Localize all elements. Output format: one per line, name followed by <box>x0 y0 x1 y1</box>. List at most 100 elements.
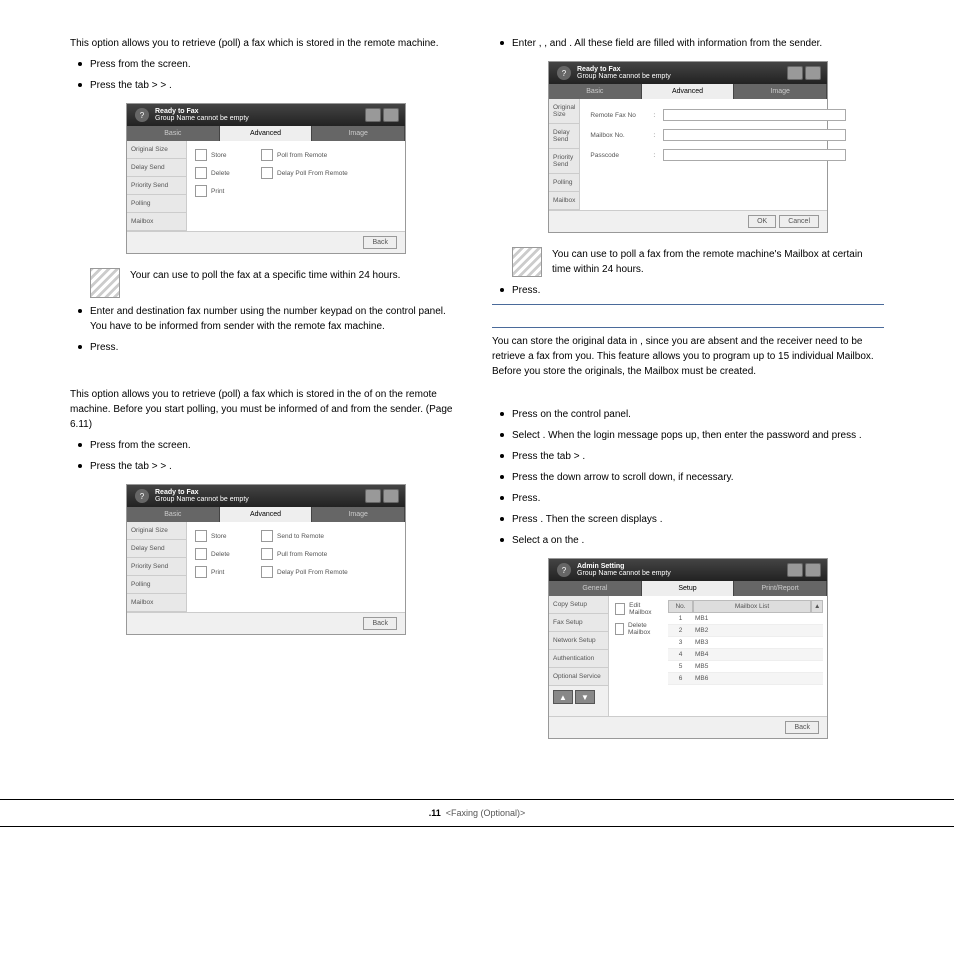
tab-general[interactable]: General <box>549 581 642 596</box>
screenshot-polling-remote: ? Ready to FaxGroup Name cannot be empty… <box>126 103 406 254</box>
help-icon: ? <box>135 489 149 503</box>
side-delay-send[interactable]: Delay Send <box>549 124 579 149</box>
step-press-advanced-2: Press the tab > > . <box>90 459 462 474</box>
screenshot-remote-form: ? Ready to FaxGroup Name cannot be empty… <box>548 61 828 233</box>
input-mailbox-no[interactable] <box>663 129 846 141</box>
tab-image[interactable]: Image <box>734 84 827 99</box>
step-press-ok-2: Press. <box>512 283 884 298</box>
chk-delete[interactable]: Delete <box>195 548 255 560</box>
chk-send-to-remote[interactable]: Send to Remote <box>261 530 397 542</box>
header-icon[interactable] <box>787 563 803 577</box>
table-row[interactable]: 6MB6 <box>668 673 823 685</box>
right-column: Enter , , and . All these field are fill… <box>492 30 884 749</box>
chk-store[interactable]: Store <box>195 149 255 161</box>
back-button[interactable]: Back <box>785 721 819 734</box>
ok-button[interactable]: OK <box>748 215 776 228</box>
table-row[interactable]: 5MB5 <box>668 661 823 673</box>
screenshot-mailbox-remote: ? Ready to FaxGroup Name cannot be empty… <box>126 484 406 635</box>
chk-print[interactable]: Print <box>195 566 255 578</box>
chk-edit-mailbox[interactable]: Edit Mailbox <box>615 602 658 616</box>
chk-store[interactable]: Store <box>195 530 255 542</box>
side-priority-send[interactable]: Priority Send <box>549 149 579 174</box>
header-icon[interactable] <box>383 489 399 503</box>
side-mailbox[interactable]: Mailbox <box>549 192 579 210</box>
step-press-fax: Press from the screen. <box>90 57 462 72</box>
step-press-mailbox-setup: Press. <box>512 491 884 506</box>
chk-delete[interactable]: Delete <box>195 167 255 179</box>
left-column: This option allows you to retrieve (poll… <box>70 30 462 749</box>
scroll-up-icon[interactable]: ▲ <box>811 600 823 613</box>
tab-basic[interactable]: Basic <box>127 507 220 522</box>
tab-basic[interactable]: Basic <box>549 84 642 99</box>
label-mailbox-no: Mailbox No. <box>590 132 645 139</box>
step-press-machine-setup: Press on the control panel. <box>512 407 884 422</box>
page-number: .11 <box>429 808 441 818</box>
side-delay-send[interactable]: Delay Send <box>127 159 186 177</box>
label-passcode: Passcode <box>590 152 645 159</box>
tab-advanced[interactable]: Advanced <box>220 507 313 522</box>
tab-print-report[interactable]: Print/Report <box>734 581 827 596</box>
table-row[interactable]: 1MB1 <box>668 613 823 625</box>
help-icon: ? <box>135 108 149 122</box>
down-arrow-icon[interactable]: ▼ <box>575 690 595 704</box>
side-polling[interactable]: Polling <box>127 576 186 594</box>
side-polling[interactable]: Polling <box>549 174 579 192</box>
chk-delay-poll[interactable]: Delay Poll From Remote <box>261 167 397 179</box>
note-delay-poll: Your can use to poll the fax at a specif… <box>90 268 462 298</box>
input-passcode[interactable] <box>663 149 846 161</box>
side-copy-setup[interactable]: Copy Setup <box>549 596 608 614</box>
poll-remote-intro: This option allows you to retrieve (poll… <box>70 36 462 51</box>
table-row[interactable]: 4MB4 <box>668 649 823 661</box>
tab-image[interactable]: Image <box>312 126 405 141</box>
side-polling[interactable]: Polling <box>127 195 186 213</box>
tab-setup[interactable]: Setup <box>642 581 735 596</box>
side-priority-send[interactable]: Priority Send <box>127 558 186 576</box>
note-icon <box>90 268 120 298</box>
step-press-setup: Press the tab > . <box>512 449 884 464</box>
step-press-edit: Press . Then the screen displays . <box>512 512 884 527</box>
header-icon[interactable] <box>365 108 381 122</box>
section-divider <box>492 327 884 328</box>
cancel-button[interactable]: Cancel <box>779 215 819 228</box>
section-name: <Faxing (Optional)> <box>446 808 526 818</box>
note-delay-poll-mailbox: You can use to poll a fax from the remot… <box>512 247 884 277</box>
side-fax-setup[interactable]: Fax Setup <box>549 614 608 632</box>
table-row[interactable]: 2MB2 <box>668 625 823 637</box>
chk-delay-pull[interactable]: Delay Poll From Remote <box>261 566 397 578</box>
header-icon[interactable] <box>805 66 821 80</box>
header-icon[interactable] <box>365 489 381 503</box>
side-priority-send[interactable]: Priority Send <box>127 177 186 195</box>
col-mailbox-list: Mailbox List <box>693 600 811 613</box>
side-original-size[interactable]: Original Size <box>549 99 579 124</box>
step-enter-fields: Enter , , and . All these field are fill… <box>512 36 884 51</box>
side-original-size[interactable]: Original Size <box>127 141 186 159</box>
step-scroll-down: Press the down arrow to scroll down, if … <box>512 470 884 485</box>
up-arrow-icon[interactable]: ▲ <box>553 690 573 704</box>
back-button[interactable]: Back <box>363 236 397 249</box>
side-original-size[interactable]: Original Size <box>127 522 186 540</box>
side-delay-send[interactable]: Delay Send <box>127 540 186 558</box>
tab-advanced[interactable]: Advanced <box>642 84 735 99</box>
side-optional-service[interactable]: Optional Service <box>549 668 608 686</box>
tab-image[interactable]: Image <box>312 507 405 522</box>
step-enter-fax: Enter and destination fax number using t… <box>90 304 462 334</box>
side-mailbox[interactable]: Mailbox <box>127 594 186 612</box>
input-remote-fax[interactable] <box>663 109 846 121</box>
chk-delete-mailbox[interactable]: Delete Mailbox <box>615 622 658 636</box>
back-button[interactable]: Back <box>363 617 397 630</box>
header-icon[interactable] <box>805 563 821 577</box>
col-no: No. <box>668 600 693 613</box>
header-icon[interactable] <box>383 108 399 122</box>
table-row[interactable]: 3MB3 <box>668 637 823 649</box>
chk-poll-from-remote[interactable]: Poll from Remote <box>261 149 397 161</box>
header-icon[interactable] <box>787 66 803 80</box>
side-network-setup[interactable]: Network Setup <box>549 632 608 650</box>
chk-pull-from-remote[interactable]: Pull from Remote <box>261 548 397 560</box>
tab-advanced[interactable]: Advanced <box>220 126 313 141</box>
side-mailbox[interactable]: Mailbox <box>127 213 186 231</box>
chk-print[interactable]: Print <box>195 185 255 197</box>
step-press-ok: Press. <box>90 340 462 355</box>
page-footer: .11 <Faxing (Optional)> <box>0 799 954 827</box>
side-authentication[interactable]: Authentication <box>549 650 608 668</box>
tab-basic[interactable]: Basic <box>127 126 220 141</box>
